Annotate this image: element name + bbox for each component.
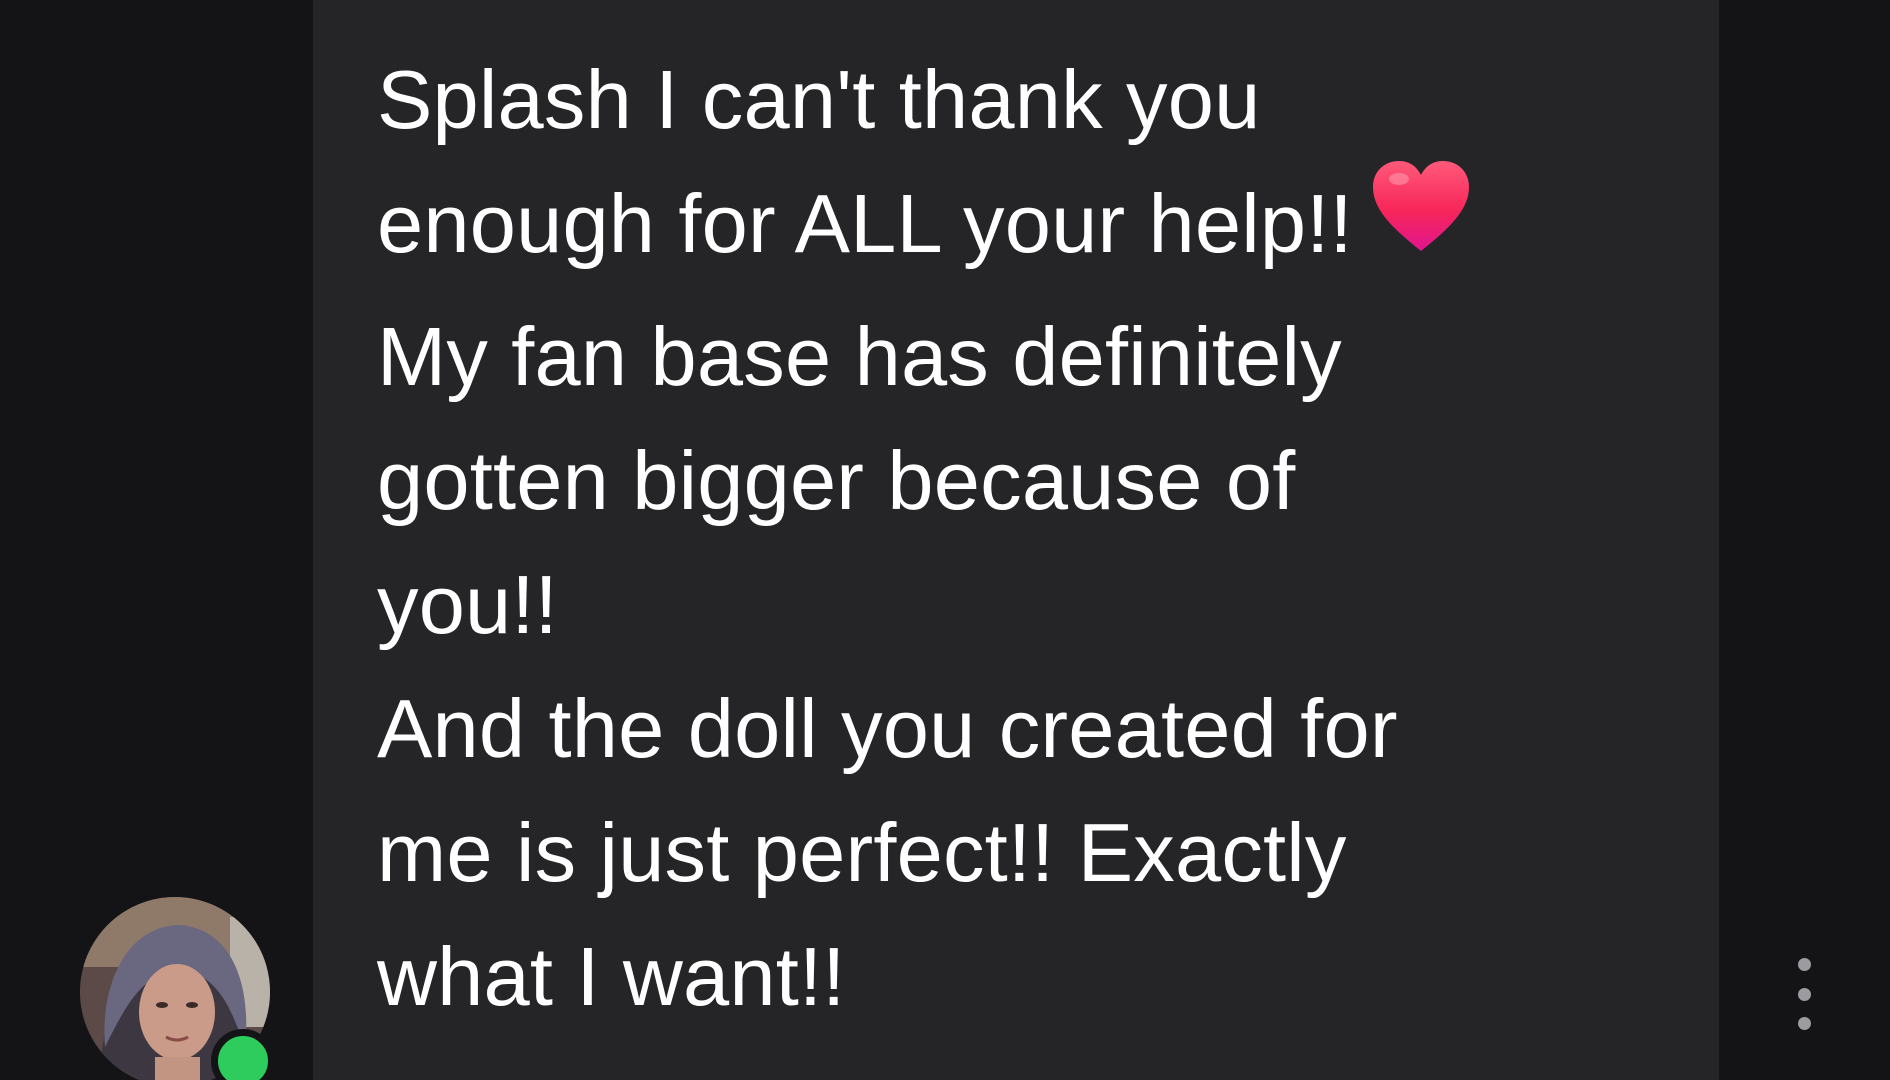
message-text: Splash I can't thank you enough for ALL …	[377, 38, 1719, 1039]
chat-screen: Splash I can't thank you enough for ALL …	[0, 0, 1890, 1080]
message-line: enough for ALL your help!!	[377, 159, 1719, 295]
more-vertical-icon	[1797, 1017, 1811, 1030]
message-line-text: enough for ALL your help!!	[377, 177, 1353, 270]
message-line: My fan base has definitely	[377, 310, 1342, 404]
message-line: me is just perfect!! Exactly	[377, 806, 1347, 900]
red-heart-icon	[1371, 159, 1471, 289]
more-vertical-icon	[1797, 987, 1811, 1001]
message-line: gotten bigger because of	[377, 434, 1296, 528]
message-line: Splash I can't thank you	[377, 53, 1261, 146]
more-options-button[interactable]	[1786, 958, 1822, 1030]
more-vertical-icon	[1797, 958, 1811, 971]
message-line: what I want!!	[377, 930, 846, 1024]
message-line: And the doll you created for	[377, 682, 1398, 776]
message-line: you!!	[377, 558, 558, 652]
message-bubble[interactable]: Splash I can't thank you enough for ALL …	[313, 0, 1719, 1080]
online-status-indicator	[211, 1029, 275, 1080]
